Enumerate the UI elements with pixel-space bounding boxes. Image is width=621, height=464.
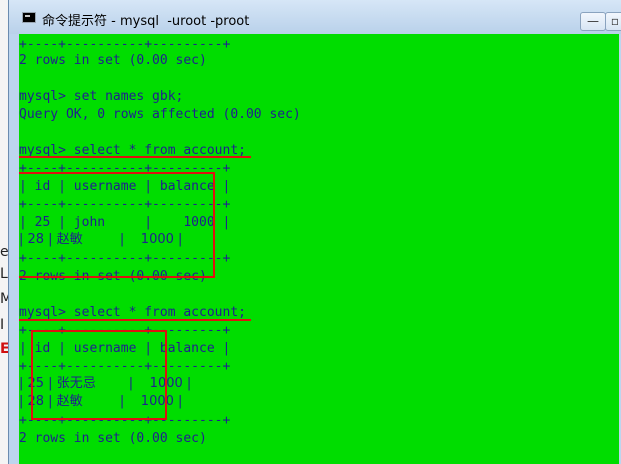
console-line: mysql> set names gbk; (19, 89, 184, 104)
console-line: 2 rows in set (0.00 sec) (19, 431, 207, 446)
console-line: Query OK, 0 rows affected (0.00 sec) (19, 107, 301, 122)
console-app-icon[interactable] (22, 12, 36, 23)
annotation-underline (19, 156, 251, 158)
minimize-button[interactable]: — (580, 12, 606, 31)
console-line: +----+----------+---------+ (19, 37, 231, 52)
title-bar[interactable]: 命令提示符 - mysql -uroot -proot — ▫ (9, 0, 621, 34)
background-text: L (0, 266, 8, 282)
annotation-box (19, 172, 215, 278)
maximize-button[interactable]: ▫ (605, 12, 621, 31)
console-line: 2 rows in set (0.00 sec) (19, 53, 207, 68)
command-prompt-window[interactable]: 命令提示符 - mysql -uroot -proot — ▫ +----+--… (8, 0, 621, 464)
console-output[interactable]: +----+----------+---------+ 2 rows in se… (19, 34, 619, 464)
console-line: mysql> select * from account; (19, 305, 246, 320)
background-text: I (0, 317, 5, 333)
annotation-box (31, 330, 167, 420)
annotation-underline (19, 319, 251, 321)
window-title: 命令提示符 - mysql -uroot -proot (42, 14, 250, 29)
